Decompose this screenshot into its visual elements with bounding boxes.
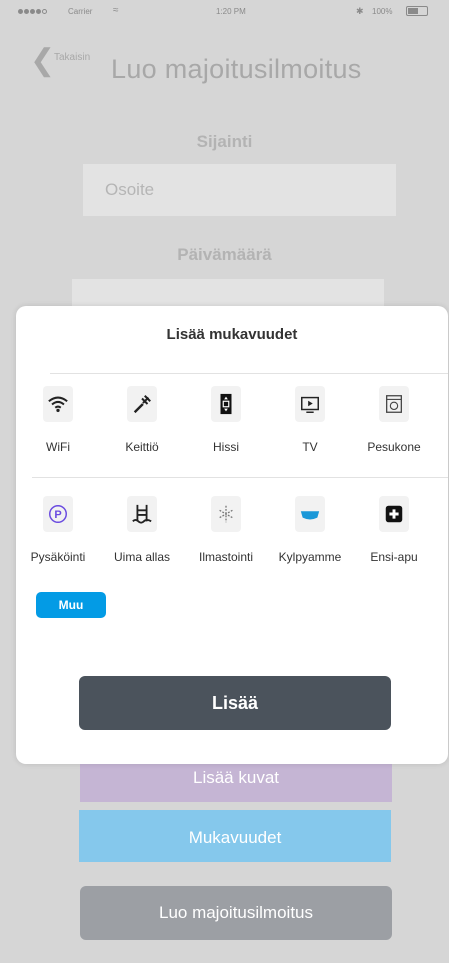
amenity-parking[interactable]: P Pysäköinti <box>16 496 100 576</box>
amenity-label: Hissi <box>213 440 239 454</box>
back-button[interactable]: Takaisin <box>54 52 90 63</box>
modal-title: Lisää mukavuudet <box>166 326 298 343</box>
amenity-label: Ilmastointi <box>198 550 254 564</box>
amenity-label: Pesukone <box>367 440 421 454</box>
washing-machine-icon <box>379 386 409 422</box>
amenity-bathtub[interactable]: Kylpyamme <box>268 496 352 576</box>
amenity-first-aid[interactable]: Ensi-apu <box>352 496 436 576</box>
amenity-kitchen[interactable]: Keittiö <box>100 386 184 466</box>
parking-icon: P <box>43 496 73 532</box>
amenity-label: WiFi <box>46 440 70 454</box>
amenity-label: Uima allas <box>113 550 170 564</box>
carrier-name: Carrier <box>68 7 93 16</box>
amenity-elevator[interactable]: Hissi <box>184 386 268 466</box>
back-chevron-icon[interactable]: ❮ <box>30 46 55 76</box>
pool-icon <box>127 496 157 532</box>
screen: Carrier ≈ 1:20 PM ✱ 100% ❮ Takaisin Luo … <box>0 0 449 963</box>
air-conditioning-icon <box>211 496 241 532</box>
battery-icon <box>406 6 428 16</box>
amenity-tv[interactable]: TV <box>268 386 352 466</box>
page-title: Luo majoitusilmoitus <box>111 54 362 84</box>
amenity-air-conditioning[interactable]: Ilmastointi <box>184 496 268 576</box>
amenity-wifi[interactable]: WiFi <box>16 386 100 466</box>
clock: 1:20 PM <box>216 7 246 16</box>
signal-strength-icon <box>18 9 47 14</box>
bluetooth-icon: ✱ <box>356 6 364 16</box>
amenity-label: Pysäköinti <box>30 550 86 564</box>
status-bar: Carrier ≈ 1:20 PM ✱ 100% <box>0 0 449 26</box>
modal-divider <box>50 373 448 374</box>
amenity-label: Ensi-apu <box>370 550 418 564</box>
amenity-washing-machine[interactable]: Pesukone <box>352 386 436 466</box>
kitchen-icon <box>127 386 157 422</box>
bathtub-icon <box>295 496 325 532</box>
amenity-label: Kylpyamme <box>278 550 342 564</box>
wifi-status-icon: ≈ <box>113 5 119 16</box>
amenity-label: Keittiö <box>125 440 159 454</box>
tv-icon <box>295 386 325 422</box>
create-listing-button[interactable]: Luo majoitusilmoitus <box>80 886 392 940</box>
modal-divider <box>32 477 448 478</box>
svg-text:P: P <box>54 509 61 521</box>
first-aid-icon <box>379 496 409 532</box>
address-input[interactable]: Osoite <box>83 164 396 216</box>
amenities-modal: Lisää mukavuudet WiFi Keittiö Hissi TV P… <box>16 306 448 764</box>
date-heading: Päivämäärä <box>177 245 272 264</box>
wifi-icon <box>43 386 73 422</box>
battery-percentage: 100% <box>372 7 393 16</box>
other-amenity-button[interactable]: Muu <box>36 592 106 618</box>
add-amenities-button[interactable]: Lisää <box>79 676 391 730</box>
amenity-label: TV <box>302 440 318 454</box>
amenity-pool[interactable]: Uima allas <box>100 496 184 576</box>
elevator-icon <box>211 386 241 422</box>
amenities-button[interactable]: Mukavuudet <box>79 810 391 862</box>
location-heading: Sijainti <box>196 132 253 151</box>
